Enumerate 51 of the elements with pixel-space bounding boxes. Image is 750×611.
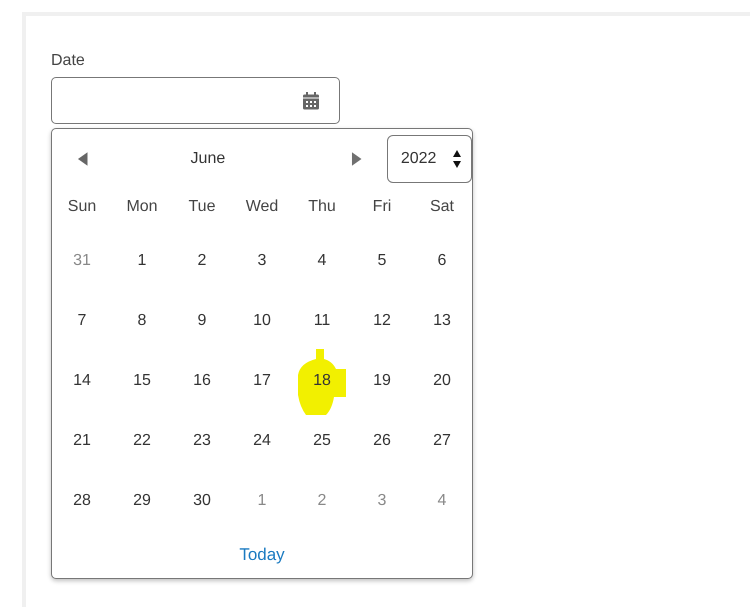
day-number[interactable]: 15 <box>133 372 151 390</box>
day-number[interactable]: 14 <box>73 372 91 390</box>
day-number[interactable]: 30 <box>193 492 211 510</box>
day-number[interactable]: 8 <box>138 312 146 330</box>
calendar-icon[interactable] <box>302 92 320 110</box>
day-number[interactable]: 2 <box>318 492 326 510</box>
day-number[interactable]: 3 <box>378 492 386 510</box>
day-number[interactable]: 1 <box>258 492 266 510</box>
day-number[interactable]: 22 <box>133 432 151 450</box>
year-spinner[interactable]: 2022 <box>386 135 472 183</box>
month-name: June <box>190 150 226 168</box>
next-month-icon[interactable] <box>351 151 363 167</box>
day-number[interactable]: 20 <box>433 372 451 390</box>
day-number[interactable]: 27 <box>433 432 451 450</box>
day-number[interactable]: 6 <box>438 252 446 270</box>
today-link[interactable]: Today <box>239 544 285 564</box>
day-number[interactable]: 31 <box>73 252 91 270</box>
weekday-header: Sun <box>66 197 98 217</box>
day-number[interactable]: 19 <box>373 372 391 390</box>
previous-month-icon[interactable] <box>77 151 88 167</box>
day-number[interactable]: 23 <box>193 432 211 450</box>
day-number[interactable]: 7 <box>78 312 86 330</box>
day-number[interactable]: 9 <box>198 312 206 330</box>
spinner-arrows-icon[interactable] <box>453 149 462 169</box>
day-number[interactable]: 4 <box>318 252 326 270</box>
day-number[interactable]: 5 <box>378 252 386 270</box>
weekday-header: Sat <box>428 197 455 217</box>
day-number[interactable]: 24 <box>253 432 271 450</box>
day-number[interactable]: 28 <box>73 492 91 510</box>
day-number[interactable]: 21 <box>73 432 91 450</box>
day-number[interactable]: 29 <box>133 492 151 510</box>
day-number[interactable]: 11 <box>314 312 330 330</box>
weekday-header: Thu <box>307 197 337 217</box>
day-number[interactable]: 16 <box>193 372 211 390</box>
weekday-header: Tue <box>188 197 216 217</box>
weekday-header: Wed <box>244 197 280 217</box>
day-number[interactable]: 4 <box>438 492 446 510</box>
day-number[interactable]: 10 <box>253 312 271 330</box>
day-number[interactable]: 12 <box>373 312 391 330</box>
weekday-header: Fri <box>372 197 392 217</box>
weekday-header: Mon <box>125 197 159 217</box>
day-number[interactable]: 2 <box>198 252 206 270</box>
day-number[interactable]: 26 <box>373 432 391 450</box>
day-number[interactable]: 18 <box>313 372 331 390</box>
day-number[interactable]: 13 <box>433 312 451 330</box>
day-number[interactable]: 3 <box>258 252 266 270</box>
field-label: Date <box>51 51 85 71</box>
day-number[interactable]: 1 <box>138 252 146 270</box>
day-number[interactable]: 17 <box>253 372 271 390</box>
day-number[interactable]: 25 <box>313 432 331 450</box>
date-field[interactable] <box>51 77 340 124</box>
